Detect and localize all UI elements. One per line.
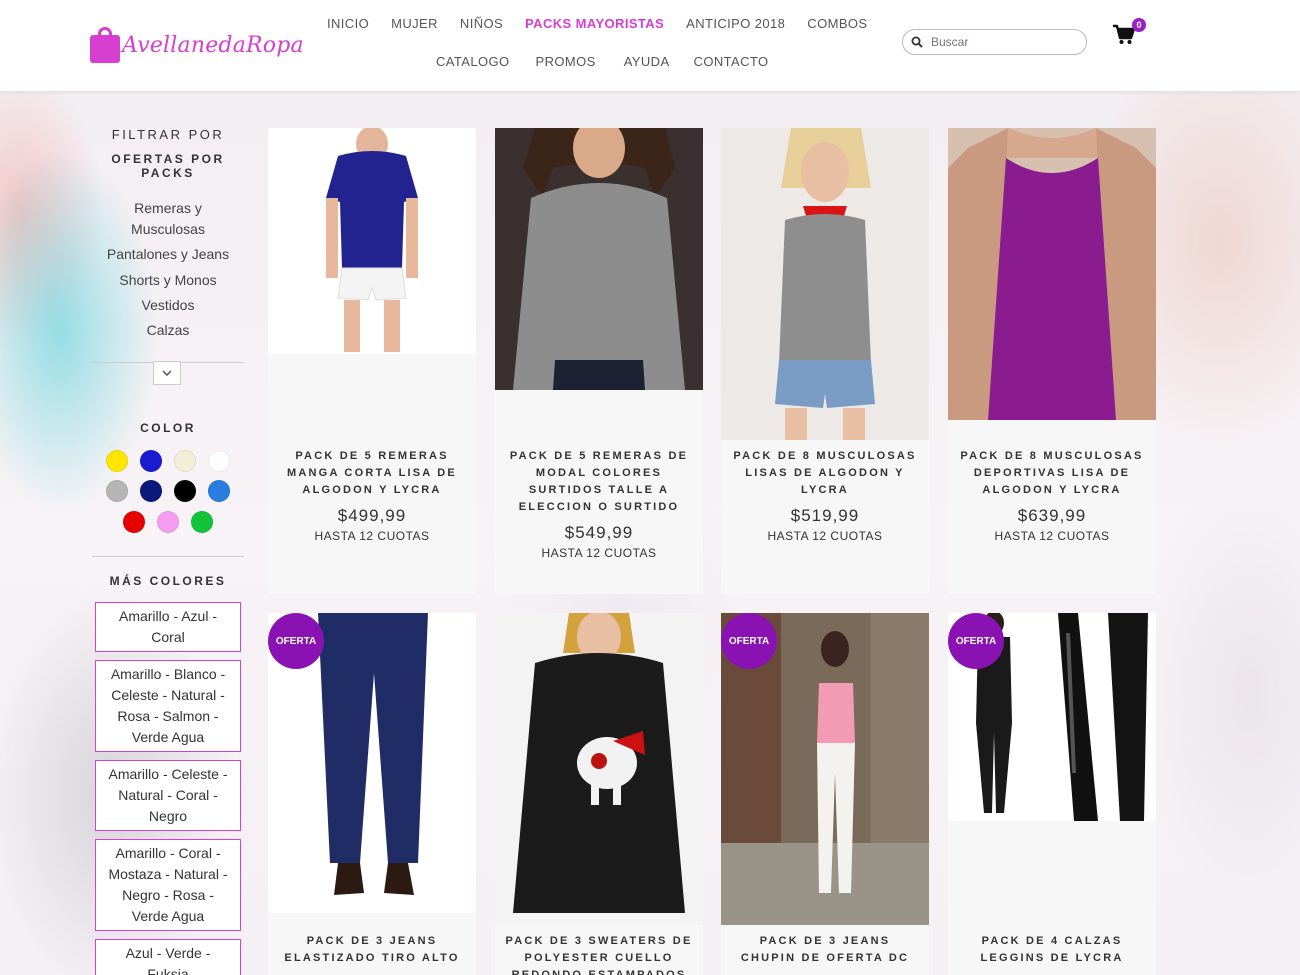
product-image bbox=[495, 128, 703, 390]
main-nav-bottom: CATALOGO PROMOS AYUDA CONTACTO bbox=[425, 54, 778, 69]
expand-categories-button[interactable] bbox=[153, 361, 181, 385]
product-card[interactable]: OFERTA PACK DE 3 JEANS CHUPIN DE OFERTA … bbox=[721, 613, 929, 975]
product-installments: HASTA 12 CUOTAS bbox=[314, 529, 430, 543]
section-heading: OFERTAS POR PACKS bbox=[111, 152, 225, 180]
product-price: $549,99 bbox=[564, 523, 634, 542]
swatch-navy[interactable] bbox=[140, 480, 162, 502]
more-colors-heading: MÁS COLORES bbox=[109, 574, 227, 588]
nav-anticipo-2018[interactable]: ANTICIPO 2018 bbox=[675, 16, 796, 31]
product-title: PACK DE 3 SWEATERS DE POLYESTER CUELLO R… bbox=[505, 935, 693, 975]
product-title: PACK DE 4 CALZAS LEGGINS DE LYCRA bbox=[980, 935, 1124, 964]
shopping-bag-icon bbox=[90, 27, 120, 63]
color-option[interactable]: Amarillo - Coral - Mostaza - Natural - N… bbox=[95, 839, 241, 931]
product-price: $499,99 bbox=[337, 506, 407, 525]
filter-heading: FILTRAR POR bbox=[111, 127, 225, 142]
swatch-green[interactable] bbox=[191, 511, 213, 533]
nav-catalogo[interactable]: CATALOGO bbox=[425, 54, 521, 69]
product-card[interactable]: OFERTA PACK DE 3 JEANS ELASTIZADO TIRO A… bbox=[268, 613, 476, 975]
product-price: $519,99 bbox=[790, 506, 860, 525]
nav-ninos[interactable]: NIÑOS bbox=[449, 16, 514, 31]
color-swatches-row3 bbox=[92, 511, 244, 533]
product-image bbox=[948, 128, 1156, 420]
category-remeras-musculosas[interactable]: Remeras y Musculosas bbox=[92, 198, 244, 240]
search-icon[interactable] bbox=[911, 36, 923, 48]
oferta-badge: OFERTA bbox=[948, 613, 1004, 669]
product-image bbox=[721, 128, 929, 440]
site-header: AvellanedaRopa INICIO MUJER NIÑOS PACKS … bbox=[0, 0, 1300, 92]
site-logo[interactable]: AvellanedaRopa bbox=[90, 18, 310, 72]
color-swatches bbox=[92, 450, 244, 502]
product-price: $639,99 bbox=[1017, 506, 1087, 525]
product-card[interactable]: OFERTA PACK DE 4 CALZAS LEGGINS DE LYCRA bbox=[948, 613, 1156, 975]
oferta-badge: OFERTA bbox=[268, 613, 324, 669]
search-input[interactable] bbox=[931, 35, 1071, 49]
search-box bbox=[902, 29, 1087, 55]
swatch-yellow[interactable] bbox=[106, 450, 128, 472]
swatch-natural[interactable] bbox=[174, 450, 196, 472]
product-installments: HASTA 12 CUOTAS bbox=[541, 546, 657, 560]
product-title: PACK DE 3 JEANS CHUPIN DE OFERTA DC bbox=[740, 935, 910, 964]
swatch-pink[interactable] bbox=[157, 511, 179, 533]
product-image bbox=[268, 128, 476, 354]
product-title: PACK DE 8 MUSCULOSAS LISAS DE ALGODON Y … bbox=[733, 450, 917, 496]
swatch-light-blue[interactable] bbox=[208, 480, 230, 502]
nav-contacto[interactable]: CONTACTO bbox=[684, 54, 779, 69]
chevron-down-icon bbox=[162, 370, 172, 376]
color-heading: COLOR bbox=[140, 421, 196, 435]
filter-sidebar: FILTRAR POR OFERTAS POR PACKS Remeras y … bbox=[92, 92, 244, 975]
swatch-black[interactable] bbox=[174, 480, 196, 502]
more-colors-list: Amarillo - Azul - Coral Amarillo - Blanc… bbox=[92, 602, 244, 975]
nav-ayuda[interactable]: AYUDA bbox=[610, 54, 684, 69]
category-pantalones-jeans[interactable]: Pantalones y Jeans bbox=[92, 244, 244, 265]
category-vestidos[interactable]: Vestidos bbox=[92, 295, 244, 316]
category-shorts-monos[interactable]: Shorts y Monos bbox=[92, 270, 244, 291]
nav-mujer[interactable]: MUJER bbox=[380, 16, 449, 31]
divider bbox=[92, 556, 244, 557]
product-title: PACK DE 5 REMERAS DE MODAL COLORES SURTI… bbox=[509, 450, 689, 513]
cart-button[interactable]: 0 bbox=[1112, 18, 1148, 48]
color-option[interactable]: Azul - Verde - Fuksia bbox=[95, 939, 241, 975]
nav-promos[interactable]: PROMOS bbox=[521, 54, 610, 69]
product-installments: HASTA 12 CUOTAS bbox=[994, 529, 1110, 543]
product-title: PACK DE 5 REMERAS MANGA CORTA LISA DE AL… bbox=[287, 450, 457, 496]
cart-count-badge: 0 bbox=[1132, 18, 1146, 32]
product-installments: HASTA 12 CUOTAS bbox=[767, 529, 883, 543]
product-title: PACK DE 3 JEANS ELASTIZADO TIRO ALTO bbox=[284, 935, 460, 964]
color-option[interactable]: Amarillo - Blanco - Celeste - Natural - … bbox=[95, 660, 241, 752]
swatch-white[interactable] bbox=[208, 450, 230, 472]
main-nav-top: INICIO MUJER NIÑOS PACKS MAYORISTAS ANTI… bbox=[316, 16, 878, 31]
category-list: Remeras y Musculosas Pantalones y Jeans … bbox=[92, 198, 244, 341]
product-image bbox=[495, 613, 703, 925]
category-calzas[interactable]: Calzas bbox=[92, 320, 244, 341]
color-option[interactable]: Amarillo - Celeste - Natural - Coral - N… bbox=[95, 760, 241, 831]
product-card[interactable]: PACK DE 5 REMERAS DE MODAL COLORES SURTI… bbox=[495, 128, 703, 594]
swatch-blue[interactable] bbox=[140, 450, 162, 472]
nav-combos[interactable]: COMBOS bbox=[796, 16, 878, 31]
product-card[interactable]: PACK DE 5 REMERAS MANGA CORTA LISA DE AL… bbox=[268, 128, 476, 594]
nav-packs-mayoristas[interactable]: PACKS MAYORISTAS bbox=[514, 16, 675, 31]
swatch-red[interactable] bbox=[123, 511, 145, 533]
swatch-grey[interactable] bbox=[106, 480, 128, 502]
logo-text: AvellanedaRopa bbox=[122, 32, 304, 58]
nav-inicio[interactable]: INICIO bbox=[316, 16, 380, 31]
product-card[interactable]: PACK DE 8 MUSCULOSAS LISAS DE ALGODON Y … bbox=[721, 128, 929, 594]
color-option[interactable]: Amarillo - Azul - Coral bbox=[95, 602, 241, 652]
product-title: PACK DE 8 MUSCULOSAS DEPORTIVAS LISA DE … bbox=[960, 450, 1144, 496]
oferta-badge: OFERTA bbox=[721, 613, 777, 669]
product-card[interactable]: PACK DE 3 SWEATERS DE POLYESTER CUELLO R… bbox=[495, 613, 703, 975]
product-card[interactable]: PACK DE 8 MUSCULOSAS DEPORTIVAS LISA DE … bbox=[948, 128, 1156, 594]
